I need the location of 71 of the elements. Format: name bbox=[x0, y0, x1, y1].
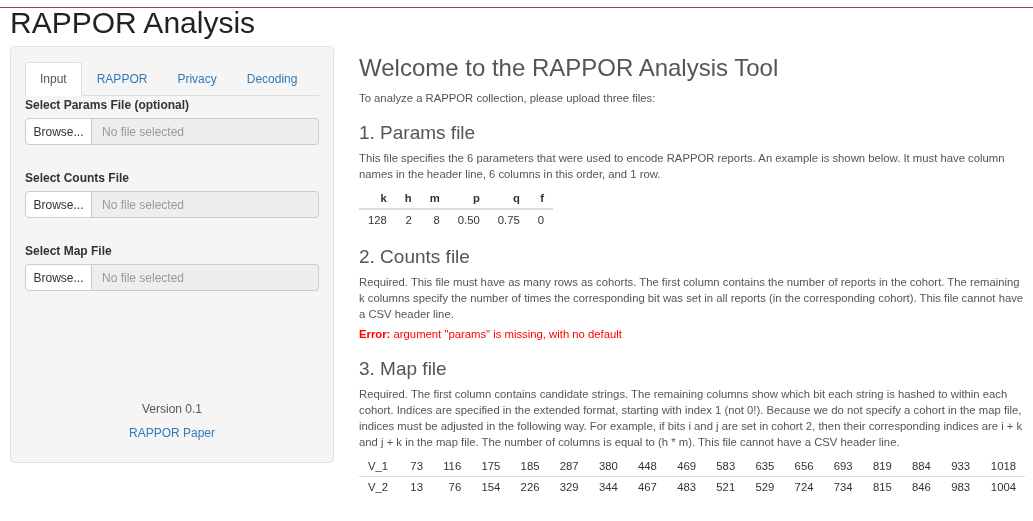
error-message: Error: argument "params" is missing, with no default bbox=[359, 328, 623, 340]
table-cell: 185 bbox=[509, 456, 549, 477]
column-header: f bbox=[528, 188, 554, 209]
table-cell: 128 bbox=[359, 209, 396, 230]
column-header: p bbox=[448, 188, 489, 209]
intro-text: To analyze a RAPPOR collection, please upload three files: bbox=[359, 91, 657, 106]
file-name-field[interactable]: No file selected bbox=[92, 191, 319, 218]
table-cell: 0.50 bbox=[448, 209, 489, 230]
table-cell: 483 bbox=[665, 476, 706, 497]
section-text: This file specifies the 6 parameters that were used to encode RAPPOR reports. An example is shown below. It must have column names in the header line, 6 columns in this order, and 1 row. bbox=[359, 151, 1006, 182]
table-cell: 656 bbox=[783, 456, 823, 477]
table-cell: 884 bbox=[900, 456, 940, 477]
table-cell: 521 bbox=[705, 476, 745, 497]
paper-link[interactable]: RAPPOR Paper bbox=[128, 426, 215, 440]
column-header: k bbox=[359, 188, 396, 209]
tab[interactable]: Privacy bbox=[162, 62, 232, 96]
table-cell: 693 bbox=[822, 456, 862, 477]
table-cell: 329 bbox=[548, 476, 588, 497]
table-cell: 933 bbox=[939, 456, 979, 477]
table-cell: 380 bbox=[587, 456, 627, 477]
tab[interactable]: RAPPOR bbox=[81, 62, 163, 96]
table-cell: V_1 bbox=[359, 456, 400, 477]
table-cell: 0.75 bbox=[488, 209, 529, 230]
section-text: Required. This file must have as many rows as cohorts. The first column contains the number of reports in the cohort. The remaining k columns specify the number of times the corresponding bit was set in all reports (in the corresponding cohort). This file cannot have a CSV header line. bbox=[359, 275, 1025, 322]
section-heading: 3. Map file bbox=[359, 358, 447, 380]
column-header: m bbox=[420, 188, 449, 209]
table-cell: 529 bbox=[744, 476, 784, 497]
tab[interactable]: Decoding bbox=[231, 62, 313, 96]
table-cell: 734 bbox=[822, 476, 862, 497]
table-cell: 76 bbox=[431, 476, 471, 497]
table-cell: 1018 bbox=[979, 456, 1025, 477]
table-cell: 344 bbox=[587, 476, 627, 497]
table-cell: 819 bbox=[861, 456, 901, 477]
tab[interactable]: Input bbox=[25, 62, 82, 96]
table-cell: 0 bbox=[528, 209, 554, 230]
table-cell: 287 bbox=[548, 456, 588, 477]
table-cell: 583 bbox=[705, 456, 745, 477]
table-cell: 469 bbox=[665, 456, 706, 477]
file-name-field[interactable]: No file selected bbox=[92, 264, 319, 291]
section-heading: 1. Params file bbox=[359, 122, 476, 144]
table-cell: 846 bbox=[900, 476, 940, 497]
table-cell: 154 bbox=[470, 476, 510, 497]
field-label: Select Map File bbox=[25, 244, 113, 258]
table-cell: 635 bbox=[744, 456, 784, 477]
table-cell: 724 bbox=[783, 476, 823, 497]
browse-button[interactable]: Browse... bbox=[25, 264, 92, 291]
table-cell: 8 bbox=[420, 209, 449, 230]
field-label: Select Params File (optional) bbox=[25, 98, 191, 112]
table-cell: 467 bbox=[626, 476, 666, 497]
table-cell: 815 bbox=[861, 476, 901, 497]
table-cell: 448 bbox=[626, 456, 666, 477]
table-cell: 1004 bbox=[979, 476, 1025, 497]
table-cell: V_2 bbox=[359, 476, 400, 497]
table-cell: 175 bbox=[470, 456, 510, 477]
table-cell: 13 bbox=[399, 476, 432, 497]
section-text: Required. The first column contains candidate strings. The remaining columns show which bit each string is hashed to within each cohort. Indices are specified in the extended format, starting with index 1 (not 0!). Because we do not specify a cohort in the map file, indices must be adjusted in the following way. For example, if bits i and j are set in cohort 2, then their corresponding indices are i + k and j + k in the map file. The number of columns is equal to (h * m). This file cannot have a CSV header line. bbox=[359, 387, 1024, 450]
table-cell: 73 bbox=[399, 456, 432, 477]
browse-button[interactable]: Browse... bbox=[25, 191, 92, 218]
table-cell: 2 bbox=[395, 209, 421, 230]
version-text: Version 0.1 bbox=[141, 402, 202, 416]
column-header: q bbox=[488, 188, 529, 209]
table-cell: 983 bbox=[939, 476, 979, 497]
browse-button[interactable]: Browse... bbox=[25, 118, 92, 145]
section-heading: 2. Counts file bbox=[359, 246, 470, 268]
field-label: Select Counts File bbox=[25, 171, 131, 185]
table-cell: 226 bbox=[509, 476, 549, 497]
main-heading: Welcome to the RAPPOR Analysis Tool bbox=[359, 54, 779, 82]
page-title: RAPPOR Analysis bbox=[10, 8, 256, 38]
column-header: h bbox=[395, 188, 421, 209]
file-name-field[interactable]: No file selected bbox=[92, 118, 319, 145]
table-cell: 116 bbox=[431, 456, 471, 477]
